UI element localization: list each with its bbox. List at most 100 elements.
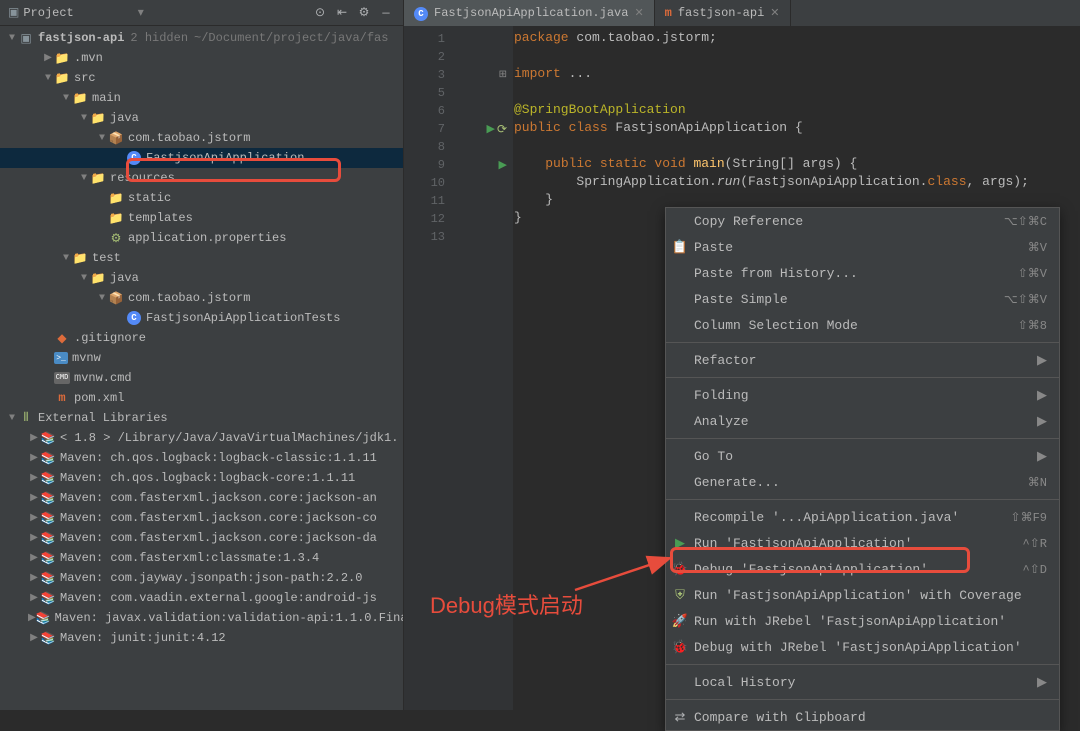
gutter-line: 1 bbox=[404, 30, 513, 48]
external-lib-item[interactable]: ▶📚< 1.8 > /Library/Java/JavaVirtualMachi… bbox=[0, 428, 403, 448]
external-lib-item[interactable]: ▶📚Maven: junit:junit:4.12 bbox=[0, 628, 403, 648]
menu-item[interactable]: Analyze▶ bbox=[666, 408, 1059, 434]
tree-item[interactable]: ▼📁java bbox=[0, 268, 403, 288]
gutter-line: 11 bbox=[404, 192, 513, 210]
editor-tab[interactable]: CFastjsonApiApplication.java✕ bbox=[404, 0, 655, 26]
menu-icon: ⇄ bbox=[672, 710, 688, 725]
tree-item[interactable]: ▼📁resources bbox=[0, 168, 403, 188]
menu-item[interactable]: 🐞Debug with JRebel 'FastjsonApiApplicati… bbox=[666, 634, 1059, 660]
tree-item[interactable]: ▼📁test bbox=[0, 248, 403, 268]
menu-item[interactable]: Go To▶ bbox=[666, 443, 1059, 469]
gutter-line: 2 bbox=[404, 48, 513, 66]
collapse-icon[interactable]: ⇤ bbox=[333, 4, 351, 22]
editor-tab[interactable]: mfastjson-api✕ bbox=[655, 0, 791, 26]
close-icon[interactable]: ✕ bbox=[634, 6, 643, 20]
tree-item[interactable]: ▶📁.mvn bbox=[0, 48, 403, 68]
external-lib-item[interactable]: ▶📚Maven: com.fasterxml:classmate:1.3.4 bbox=[0, 548, 403, 568]
locate-icon[interactable]: ⊙ bbox=[311, 4, 329, 22]
tree-item[interactable]: ▼📁java bbox=[0, 108, 403, 128]
code-line[interactable]: public class FastjsonApiApplication { bbox=[514, 120, 1080, 138]
menu-item[interactable]: 🚀Run with JRebel 'FastjsonApiApplication… bbox=[666, 608, 1059, 634]
annotation-text: Debug模式启动 bbox=[430, 588, 583, 620]
external-lib-item[interactable]: ▶📚Maven: com.fasterxml.jackson.core:jack… bbox=[0, 528, 403, 548]
menu-icon: ⛨ bbox=[672, 588, 688, 603]
gutter-line: 8 bbox=[404, 138, 513, 156]
menu-separator bbox=[666, 699, 1059, 700]
menu-icon: 🐞 bbox=[672, 640, 688, 655]
close-icon[interactable]: ✕ bbox=[770, 6, 779, 20]
tree-item[interactable]: ▼📦com.taobao.jstorm bbox=[0, 288, 403, 308]
external-lib-item[interactable]: ▶📚Maven: com.jayway.jsonpath:json-path:2… bbox=[0, 568, 403, 588]
menu-separator bbox=[666, 438, 1059, 439]
external-libs[interactable]: ▼ ⦀ External Libraries bbox=[0, 408, 403, 428]
menu-item[interactable]: Refactor▶ bbox=[666, 347, 1059, 373]
menu-item[interactable]: 📋Paste⌘V bbox=[666, 234, 1059, 260]
tree-root[interactable]: ▼ ▣ fastjson-api 2 hidden ~/Document/pro… bbox=[0, 28, 403, 48]
menu-item[interactable]: 🐞Debug 'FastjsonApiApplication'^⇧D bbox=[666, 556, 1059, 582]
tree-item[interactable]: CMDmvnw.cmd bbox=[0, 368, 403, 388]
gutter-line: 6 bbox=[404, 102, 513, 120]
project-sidebar: ▣ Project ▾ ⊙ ⇤ ⚙ — ▼ ▣ fastjson-api 2 h… bbox=[0, 0, 404, 710]
code-line[interactable]: package com.taobao.jstorm; bbox=[514, 30, 1080, 48]
code-line[interactable]: import ... bbox=[514, 66, 1080, 84]
code-line[interactable] bbox=[514, 138, 1080, 156]
gutter-line: 7▶⟳ bbox=[404, 120, 513, 138]
external-lib-item[interactable]: ▶📚Maven: ch.qos.logback:logback-classic:… bbox=[0, 448, 403, 468]
menu-item[interactable]: Recompile '...ApiApplication.java'⇧⌘F9 bbox=[666, 504, 1059, 530]
sidebar-title: Project bbox=[23, 6, 73, 20]
external-lib-item[interactable]: ▶📚Maven: com.fasterxml.jackson.core:jack… bbox=[0, 488, 403, 508]
external-lib-item[interactable]: ▶📚Maven: ch.qos.logback:logback-core:1.1… bbox=[0, 468, 403, 488]
menu-item[interactable]: Copy Reference⌥⇧⌘C bbox=[666, 208, 1059, 234]
gutter-line: 9▶ bbox=[404, 156, 513, 174]
menu-icon: 🚀 bbox=[672, 614, 688, 629]
external-lib-item[interactable]: ▶📚Maven: com.vaadin.external.google:andr… bbox=[0, 588, 403, 608]
tree-item[interactable]: 📁templates bbox=[0, 208, 403, 228]
code-line[interactable]: SpringApplication.run(FastjsonApiApplica… bbox=[514, 174, 1080, 192]
menu-item[interactable]: ▶Run 'FastjsonApiApplication'^⇧R bbox=[666, 530, 1059, 556]
tree-item[interactable]: CFastjsonApiApplication bbox=[0, 148, 403, 168]
root-label: fastjson-api bbox=[38, 31, 124, 45]
external-label: External Libraries bbox=[38, 411, 168, 425]
code-line[interactable] bbox=[514, 48, 1080, 66]
menu-item[interactable]: Generate...⌘N bbox=[666, 469, 1059, 495]
run-icon[interactable]: ▶ bbox=[499, 158, 507, 172]
gear-icon[interactable]: ⚙ bbox=[355, 4, 373, 22]
menu-item[interactable]: Folding▶ bbox=[666, 382, 1059, 408]
gutter-line: 3⊞ bbox=[404, 66, 513, 84]
tree-item[interactable]: ◆.gitignore bbox=[0, 328, 403, 348]
menu-item[interactable]: Paste from History...⇧⌘V bbox=[666, 260, 1059, 286]
external-lib-item[interactable]: ▶📚Maven: javax.validation:validation-api… bbox=[0, 608, 403, 628]
gutter-line: 13 bbox=[404, 228, 513, 246]
tree-item[interactable]: ▼📁main bbox=[0, 88, 403, 108]
tree-item[interactable]: ▼📦com.taobao.jstorm bbox=[0, 128, 403, 148]
tree-item[interactable]: mpom.xml bbox=[0, 388, 403, 408]
libs-icon: ⦀ bbox=[18, 410, 34, 426]
fold-icon[interactable]: ⊞ bbox=[499, 69, 507, 81]
run-icon-cluster[interactable]: ▶⟳ bbox=[486, 122, 507, 137]
tree-item[interactable]: >_mvnw bbox=[0, 348, 403, 368]
context-menu: Copy Reference⌥⇧⌘C📋Paste⌘VPaste from His… bbox=[665, 207, 1060, 731]
code-line[interactable] bbox=[514, 84, 1080, 102]
code-line[interactable]: @SpringBootApplication bbox=[514, 102, 1080, 120]
dropdown-icon[interactable]: ▾ bbox=[138, 5, 144, 20]
tree-item[interactable]: ▼📁src bbox=[0, 68, 403, 88]
editor-tabs: CFastjsonApiApplication.java✕mfastjson-a… bbox=[404, 0, 1080, 26]
hide-icon[interactable]: — bbox=[377, 4, 395, 22]
external-lib-item[interactable]: ▶📚Maven: com.fasterxml.jackson.core:jack… bbox=[0, 508, 403, 528]
code-line[interactable]: public static void main(String[] args) { bbox=[514, 156, 1080, 174]
menu-item[interactable]: Column Selection Mode⇧⌘8 bbox=[666, 312, 1059, 338]
sidebar-header: ▣ Project ▾ ⊙ ⇤ ⚙ — bbox=[0, 0, 403, 26]
root-hint1: 2 hidden bbox=[130, 31, 188, 45]
gutter-line: 10 bbox=[404, 174, 513, 192]
menu-item[interactable]: Local History▶ bbox=[666, 669, 1059, 695]
tree-item[interactable]: CFastjsonApiApplicationTests bbox=[0, 308, 403, 328]
tree-item[interactable]: ⚙application.properties bbox=[0, 228, 403, 248]
menu-separator bbox=[666, 499, 1059, 500]
menu-icon: 🐞 bbox=[672, 562, 688, 577]
menu-item[interactable]: Paste Simple⌥⇧⌘V bbox=[666, 286, 1059, 312]
tree-item[interactable]: 📁static bbox=[0, 188, 403, 208]
menu-item[interactable]: ⛨Run 'FastjsonApiApplication' with Cover… bbox=[666, 582, 1059, 608]
menu-separator bbox=[666, 377, 1059, 378]
menu-icon: 📋 bbox=[672, 240, 688, 255]
menu-item[interactable]: ⇄Compare with Clipboard bbox=[666, 704, 1059, 730]
